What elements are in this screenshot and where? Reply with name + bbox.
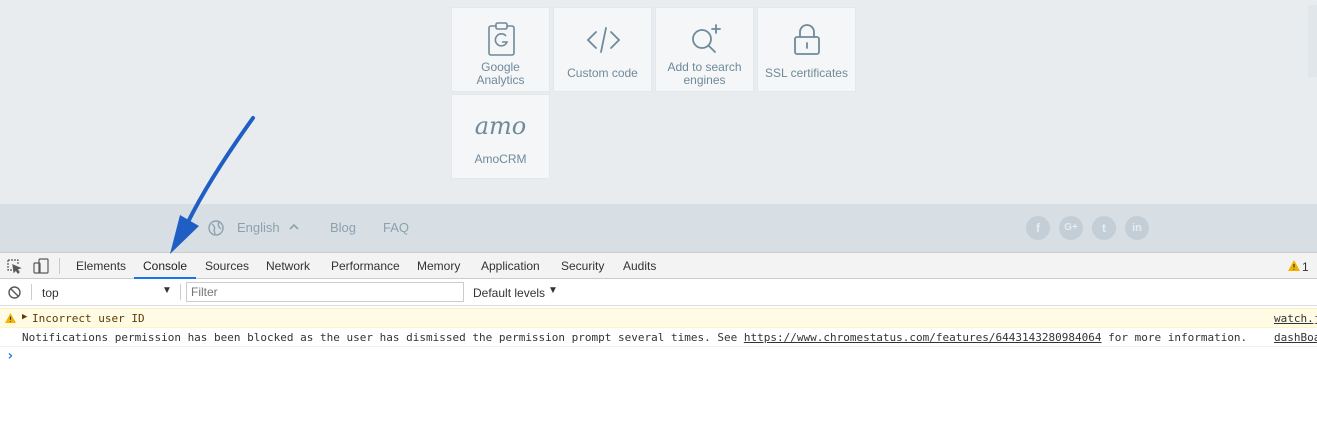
lock-icon — [758, 22, 855, 56]
amocrm-logo: amo — [474, 112, 527, 140]
tab-memory[interactable]: Memory — [408, 253, 469, 279]
tile-label: Add to search engines — [667, 60, 742, 87]
search-add-icon — [656, 22, 753, 56]
warning-text: Incorrect user ID — [32, 312, 145, 325]
facebook-icon[interactable]: f — [1026, 216, 1050, 240]
tab-separator — [59, 258, 60, 274]
filter-separator — [180, 284, 181, 300]
filter-separator — [31, 284, 32, 300]
tile-label: Custom code — [567, 66, 638, 80]
tile-amocrm[interactable]: amo AmoCRM — [451, 94, 550, 179]
linkedin-icon[interactable]: in — [1125, 216, 1149, 240]
devtools-tab-bar: Elements Console Sources Network Perform… — [0, 252, 1317, 279]
expand-triangle-icon[interactable]: ▶ — [22, 312, 27, 322]
message-text-part: for more information. — [1101, 331, 1248, 344]
inspect-element-icon[interactable] — [7, 259, 22, 277]
tile-google-analytics[interactable]: Google Analytics — [451, 7, 550, 92]
faq-link[interactable]: FAQ — [383, 220, 409, 235]
device-toolbar-icon[interactable] — [33, 258, 49, 277]
filter-input[interactable] — [186, 282, 464, 302]
tile-label: AmoCRM — [474, 152, 527, 166]
tab-elements[interactable]: Elements — [67, 253, 135, 279]
tile-label: Google Analytics — [476, 60, 525, 87]
google-plus-icon[interactable]: G+ — [1059, 216, 1083, 240]
globe-icon — [208, 220, 224, 239]
log-levels-dropdown[interactable]: Default levels — [473, 286, 545, 300]
tile-custom-code[interactable]: Custom code — [553, 7, 652, 92]
chevron-up-icon[interactable] — [288, 221, 300, 236]
dropdown-arrow-icon: ▼ — [548, 285, 558, 296]
warning-icon — [5, 313, 16, 326]
console-filter-bar: top ▼ Default levels ▼ — [0, 279, 1317, 306]
source-link[interactable]: dashBoard — [1274, 331, 1317, 344]
tab-application[interactable]: Application — [472, 253, 549, 279]
page-background: Google Analytics Custom code Add to sear… — [0, 0, 1317, 204]
scroll-shadow — [1308, 5, 1317, 77]
site-footer: English Blog FAQ f G+ t in — [0, 204, 1317, 252]
context-selector[interactable]: top ▼ — [36, 282, 176, 302]
warning-count[interactable]: 1 — [1302, 260, 1309, 274]
tab-audits[interactable]: Audits — [614, 253, 665, 279]
twitter-icon[interactable]: t — [1092, 216, 1116, 240]
console-output: ▶ Incorrect user ID watch.js Notificatio… — [0, 306, 1317, 424]
message-text-part: Notifications permission has been blocke… — [22, 331, 744, 344]
language-selector[interactable]: English — [237, 220, 280, 235]
clear-console-icon[interactable] — [8, 286, 21, 302]
tab-security[interactable]: Security — [552, 253, 613, 279]
tab-network[interactable]: Network — [257, 253, 319, 279]
context-value: top — [42, 286, 59, 300]
code-icon — [554, 22, 651, 56]
tile-search-engines[interactable]: Add to search engines — [655, 7, 754, 92]
chromestatus-link[interactable]: https://www.chromestatus.com/features/64… — [744, 331, 1102, 344]
tile-ssl-certificates[interactable]: SSL certificates — [757, 7, 856, 92]
warning-icon — [1288, 260, 1300, 274]
console-prompt[interactable]: › — [6, 348, 14, 364]
tab-console[interactable]: Console — [134, 253, 197, 279]
google-analytics-icon — [452, 22, 549, 56]
message-text: Notifications permission has been blocke… — [22, 331, 1247, 344]
blog-link[interactable]: Blog — [330, 220, 356, 235]
tab-performance[interactable]: Performance — [322, 253, 409, 279]
tab-sources[interactable]: Sources — [196, 253, 258, 279]
dropdown-arrow-icon: ▼ — [162, 285, 172, 296]
console-warning-row[interactable]: ▶ Incorrect user ID watch.js — [0, 308, 1317, 328]
tile-label: SSL certificates — [765, 66, 848, 80]
console-message-row: Notifications permission has been blocke… — [0, 328, 1317, 347]
source-link[interactable]: watch.js — [1274, 312, 1317, 325]
